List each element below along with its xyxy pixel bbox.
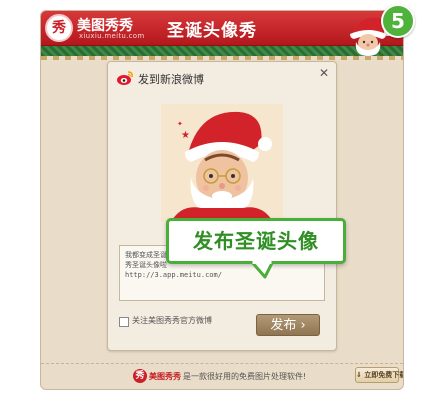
- footer-brand: 美图秀秀: [149, 372, 181, 381]
- meitu-logo: 秀: [45, 14, 73, 42]
- close-icon[interactable]: ✕: [318, 67, 330, 79]
- publish-callout: 发布圣诞头像: [166, 218, 346, 264]
- svg-text:✦: ✦: [177, 120, 183, 128]
- footer-divider: [41, 363, 403, 364]
- follow-checkbox[interactable]: [119, 317, 129, 327]
- brand-domain: xiuxiu.meitu.com: [79, 32, 145, 40]
- app-panel: 秀 美图秀秀 xiuxiu.meitu.com 圣诞头像秀 发到新浪微博 ✕ ★…: [40, 10, 404, 390]
- page-title: 圣诞头像秀: [167, 21, 257, 41]
- footer-tagline: 是一款很好用的免费图片处理软件!: [183, 372, 307, 381]
- step-number-badge: 5: [381, 4, 415, 38]
- svg-text:★: ★: [181, 130, 190, 141]
- download-button[interactable]: ⇓ 立即免费下载: [355, 367, 403, 383]
- callout-tail: [251, 261, 273, 279]
- footer-logo-icon: 秀: [133, 369, 147, 383]
- follow-label: 关注美图秀秀官方微博: [132, 316, 212, 325]
- dialog-title: 发到新浪微博: [138, 73, 204, 86]
- weibo-share-dialog: 发到新浪微博 ✕ ★ ✦ 秀圣诞头像啦 http://3.app.meitu.c…: [107, 61, 337, 351]
- santa-avatar-photo: ★ ✦: [161, 104, 283, 222]
- weibo-icon: [117, 71, 133, 85]
- publish-button[interactable]: 发布 ›: [256, 314, 320, 336]
